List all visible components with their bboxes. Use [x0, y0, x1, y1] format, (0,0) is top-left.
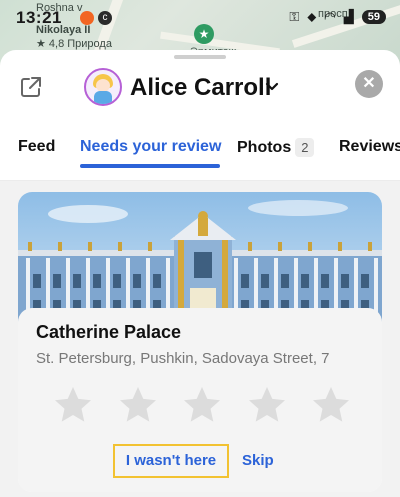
tab-feed[interactable]: Feed [18, 138, 55, 156]
rating-star-5[interactable] [310, 384, 352, 426]
rating-star-3[interactable] [181, 384, 223, 426]
active-tab-indicator [80, 164, 220, 168]
sheet-grabber[interactable] [174, 55, 226, 59]
tab-needs-review[interactable]: Needs your review [80, 138, 221, 156]
app-notification-icon [80, 11, 94, 25]
map-label: ★ 4,8 Природа [36, 38, 112, 50]
tab-reviews[interactable]: Reviews [339, 138, 400, 156]
review-card: Catherine Palace St. Petersburg, Pushkin… [18, 192, 382, 492]
tab-photos[interactable]: Photos 2 [237, 138, 315, 157]
close-icon: ✕ [362, 75, 376, 92]
rating-stars [52, 384, 352, 430]
place-info-panel: Catherine Palace St. Petersburg, Pushkin… [18, 308, 382, 492]
share-button[interactable] [18, 74, 44, 100]
star-icon [55, 387, 91, 422]
rating-star-4[interactable] [246, 384, 288, 426]
share-icon [21, 77, 41, 97]
user-name[interactable]: Alice Carroll [130, 74, 271, 102]
star-icon [119, 387, 156, 422]
avatar[interactable] [84, 68, 122, 106]
status-icons: ⚿ ⬥ ◠ ▟ 59 [289, 9, 386, 25]
key-icon: ⚿ [289, 9, 300, 24]
app-notification-icon: c [98, 11, 112, 25]
status-bar: 13:21 c ⚿ ⬥ ◠ ▟ 59 [0, 0, 400, 34]
rating-star-1[interactable] [52, 384, 94, 426]
skip-button[interactable]: Skip [242, 452, 274, 469]
star-icon [313, 387, 349, 422]
star-icon [184, 387, 220, 422]
rating-star-2[interactable] [117, 384, 159, 426]
battery-indicator: 59 [361, 10, 386, 24]
place-title[interactable]: Catherine Palace [36, 322, 181, 343]
profile-tabs: Feed Needs your review Photos 2 Reviews [0, 134, 400, 168]
wasnt-here-button[interactable]: I wasn't here [113, 444, 229, 478]
profile-sheet: Alice Carroll ✕ Feed Needs your review P… [0, 50, 400, 497]
status-time: 13:21 [16, 8, 62, 27]
wifi-icon: ◠ [324, 9, 336, 24]
photos-count-badge: 2 [295, 138, 315, 157]
signal-icon: ▟ [343, 9, 354, 24]
close-button[interactable]: ✕ [355, 70, 383, 98]
chevron-down-icon[interactable] [265, 80, 279, 94]
location-icon: ⬥ [307, 9, 317, 24]
place-address: St. Petersburg, Pushkin, Sadovaya Street… [36, 350, 330, 367]
star-icon [248, 387, 285, 422]
tab-photos-label: Photos [237, 139, 292, 156]
